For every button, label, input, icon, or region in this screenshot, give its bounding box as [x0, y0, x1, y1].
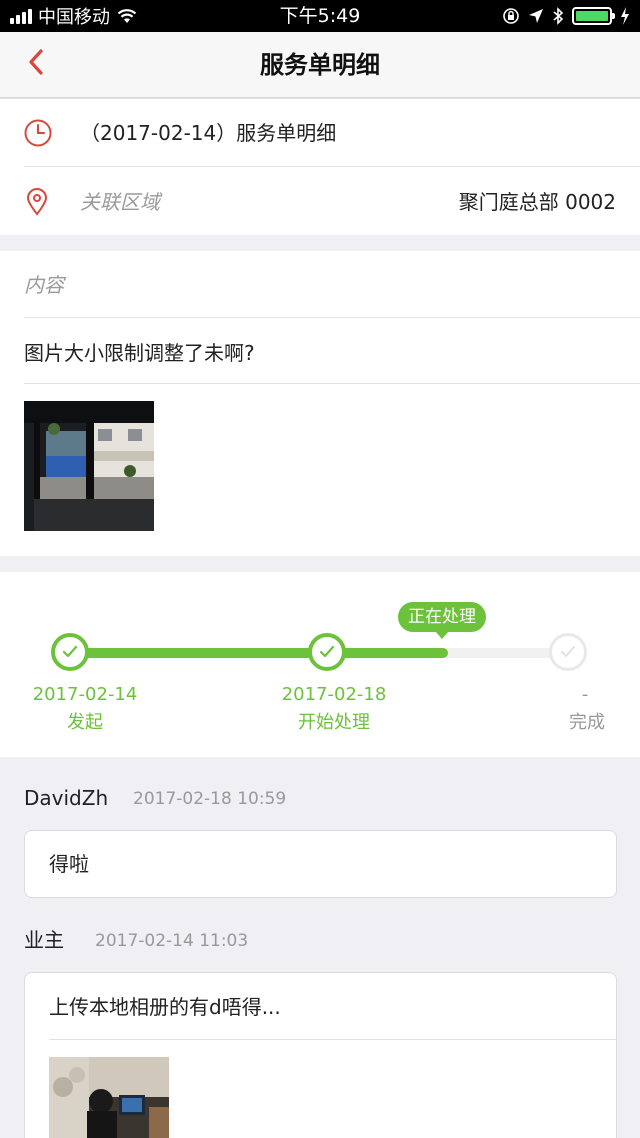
related-area-label: 关联区域 [80, 190, 160, 214]
check-icon [62, 645, 78, 658]
step-date-complete: - [581, 684, 589, 705]
progress-fill [70, 648, 448, 658]
lock-rotation-icon [503, 8, 519, 24]
content-text: 图片大小限制调整了未啊? [24, 341, 255, 365]
bluetooth-icon [553, 7, 564, 25]
photo-thumbnail [24, 401, 154, 531]
step-label-started: 发起 [67, 712, 103, 733]
content-label: 内容 [24, 273, 64, 297]
comment-time: 2017-02-18 10:59 [133, 789, 287, 809]
step-node-started [51, 633, 89, 671]
location-arrow-icon [529, 9, 543, 23]
photo-thumbnail [49, 1057, 169, 1138]
related-area-value: 聚门庭总部 0002 [458, 190, 616, 214]
step-date-started: 2017-02-14 [32, 684, 138, 705]
page-title: 服务单明细 [260, 51, 380, 79]
check-icon [319, 645, 335, 658]
attachment-photo[interactable] [24, 401, 154, 531]
comment-card: 上传本地相册的有d唔得... [24, 972, 617, 1138]
current-status-badge: 正在处理 [398, 602, 486, 639]
order-date-row: （2017-02-14）服务单明细 [0, 99, 640, 166]
step-label-processing: 开始处理 [298, 712, 370, 733]
status-bar: 中国移动 下午5:49 [0, 0, 640, 32]
battery-icon [572, 7, 615, 25]
comment-author: DavidZh [24, 786, 109, 810]
comment-text: 得啦 [49, 852, 89, 876]
comment-text: 上传本地相册的有d唔得... [49, 995, 281, 1019]
divider [24, 317, 640, 318]
divider [49, 1039, 616, 1040]
related-area-row[interactable]: 关联区域 聚门庭总部 0002 [0, 166, 640, 234]
step-label-complete: 完成 [569, 712, 605, 733]
status-right [502, 4, 630, 28]
comment-time: 2017-02-14 11:03 [95, 931, 249, 951]
comment-card: 得啦 [24, 830, 617, 898]
comment-attachment-photo[interactable] [49, 1057, 169, 1138]
step-date-processing: 2017-02-18 [281, 684, 387, 705]
divider [24, 383, 640, 384]
progress-section: 正在处理 2017-02-14 发起 2017-02-18 开始处理 - 完成 [0, 572, 640, 757]
location-pin-icon [26, 188, 48, 216]
charging-bolt-icon [621, 7, 629, 25]
comment-list: DavidZh 2017-02-18 10:59 得啦 业主 2017-02-1… [0, 757, 640, 1138]
step-node-processing [308, 633, 346, 671]
check-icon [561, 646, 575, 657]
step-node-complete [549, 633, 587, 671]
navigation-bar: 服务单明细 [0, 32, 640, 98]
order-date-title: （2017-02-14）服务单明细 [80, 121, 337, 145]
comment-author: 业主 [24, 928, 64, 952]
clock-icon [24, 119, 52, 147]
order-info-section: （2017-02-14）服务单明细 关联区域 聚门庭总部 0002 [0, 99, 640, 235]
content-section: 内容 图片大小限制调整了未啊? [0, 251, 640, 556]
